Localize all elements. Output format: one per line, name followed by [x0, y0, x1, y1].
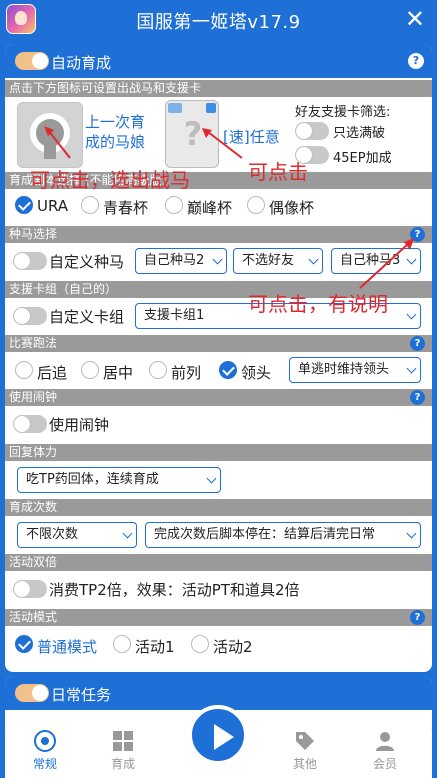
- breed-select-1[interactable]: 自己种马2: [135, 248, 227, 274]
- mode-event2-label: 活动2: [213, 638, 253, 656]
- chevron-down-icon: [308, 254, 319, 265]
- section-count: 育成次数: [5, 499, 432, 516]
- race-back-radio[interactable]: [15, 361, 33, 379]
- tag-icon: [296, 732, 314, 750]
- section-recover: 回复体力: [5, 444, 432, 461]
- full-break-toggle[interactable]: [295, 122, 329, 140]
- chevron-down-icon: [406, 528, 417, 539]
- support-custom-label: 自定义卡组: [49, 308, 125, 326]
- daily-toggle[interactable]: [15, 684, 49, 702]
- chevron-down-icon: [406, 309, 417, 320]
- auto-train-toggle[interactable]: [15, 52, 49, 70]
- chrome-like-icon: [34, 730, 56, 752]
- section-race: 比赛跑法?: [5, 335, 432, 352]
- arrow-to-horse-icon: [44, 126, 71, 159]
- help-icon[interactable]: ?: [408, 53, 424, 69]
- alarm-label: 使用闹钟: [49, 416, 110, 434]
- section-hint: 点击下方图标可设置出战马和支援卡: [5, 80, 432, 97]
- nav-other-label: 其他: [292, 757, 317, 771]
- scenario-peak-label: 巅峰杯: [187, 199, 233, 217]
- double-toggle[interactable]: [13, 580, 47, 598]
- scenario-ura-radio[interactable]: [15, 196, 33, 214]
- full-break-label: 只选满破: [333, 126, 386, 141]
- help-icon[interactable]: ?: [410, 390, 425, 405]
- race-lead-radio[interactable]: [219, 361, 237, 379]
- chevron-down-icon: [206, 473, 217, 484]
- mode-event2-radio[interactable]: [191, 635, 209, 653]
- nav-regular[interactable]: 常规: [15, 730, 75, 772]
- nav-other[interactable]: 其他: [275, 730, 335, 772]
- count-select[interactable]: 不限次数: [17, 522, 137, 548]
- annotation-clickable: 可点击: [248, 160, 308, 184]
- scenario-youth-radio[interactable]: [81, 196, 99, 214]
- section-alarm: 使用闹钟?: [5, 389, 432, 406]
- chevron-down-icon: [122, 528, 133, 539]
- play-button[interactable]: [188, 705, 248, 765]
- support-custom-toggle[interactable]: [13, 307, 47, 325]
- scenario-peak-radio[interactable]: [165, 196, 183, 214]
- nav-member[interactable]: 会员: [355, 730, 415, 772]
- double-label: 消费TP2倍，效果：活动PT和道具2倍: [49, 581, 300, 599]
- last-horse-label: 上一次育成的马娘: [85, 113, 146, 151]
- race-front-radio[interactable]: [149, 361, 167, 379]
- help-icon[interactable]: ?: [410, 336, 425, 351]
- annotation-clickable-desc: 可点击，有说明: [248, 292, 388, 316]
- help-icon[interactable]: ?: [410, 610, 425, 625]
- nav-member-label: 会员: [372, 757, 397, 771]
- grid-icon: [113, 731, 133, 751]
- breed-custom-toggle[interactable]: [13, 252, 47, 270]
- friend-filter-title: 好友支援卡筛选:: [295, 105, 391, 120]
- mode-event1-radio[interactable]: [113, 635, 131, 653]
- ep-bonus-label: 45EP加成: [333, 151, 392, 166]
- scenario-ura-label: URA: [37, 197, 69, 215]
- mode-event1-label: 活动1: [135, 638, 175, 656]
- scenario-idol-radio[interactable]: [247, 196, 265, 214]
- annotation-select-horse: 可点击，选出战马: [30, 168, 190, 192]
- close-icon[interactable]: ✕: [405, 4, 425, 34]
- race-middle-label: 居中: [103, 364, 134, 382]
- mode-normal-label: 普通模式: [37, 638, 98, 656]
- section-double: 活动双倍: [5, 554, 432, 571]
- section-mode: 活动模式?: [5, 609, 432, 626]
- window-title: 国服第一姬塔v17.9: [136, 12, 301, 33]
- nav-train-label: 育成: [110, 757, 135, 771]
- speed-badge-icon: [168, 103, 182, 113]
- user-icon: [376, 732, 394, 751]
- breed-custom-label: 自定义种马: [49, 253, 125, 271]
- auto-train-header: 自动育成 ?: [5, 44, 432, 78]
- chevron-down-icon: [406, 363, 417, 374]
- recover-select[interactable]: 吃TP药回体，连续育成: [17, 467, 221, 493]
- arrow-to-support-icon: [202, 128, 243, 159]
- daily-label: 日常任务: [51, 686, 112, 704]
- nav-train[interactable]: 育成: [93, 730, 153, 772]
- chevron-down-icon: [212, 254, 223, 265]
- breed-select-2[interactable]: 不选好友: [233, 248, 323, 274]
- corner-badge-icon: [206, 103, 216, 113]
- auto-train-label: 自动育成: [51, 54, 112, 72]
- scenario-youth-label: 青春杯: [103, 199, 149, 217]
- race-lead-label: 领头: [241, 364, 272, 382]
- race-front-label: 前列: [171, 364, 202, 382]
- arrow-to-help-icon: [359, 238, 414, 289]
- finish-select[interactable]: 完成次数后脚本停在：结算后清完日常: [145, 522, 421, 548]
- mode-normal-radio[interactable]: [15, 635, 33, 653]
- race-middle-radio[interactable]: [81, 361, 99, 379]
- scenario-idol-label: 偶像杯: [269, 199, 315, 217]
- nav-regular-label: 常规: [32, 757, 57, 771]
- alarm-toggle[interactable]: [13, 415, 47, 433]
- race-strategy-select[interactable]: 单逃时维持领头: [289, 357, 421, 383]
- title-bar: 国服第一姬塔v17.9 ✕: [0, 0, 437, 38]
- race-back-label: 后追: [37, 364, 68, 382]
